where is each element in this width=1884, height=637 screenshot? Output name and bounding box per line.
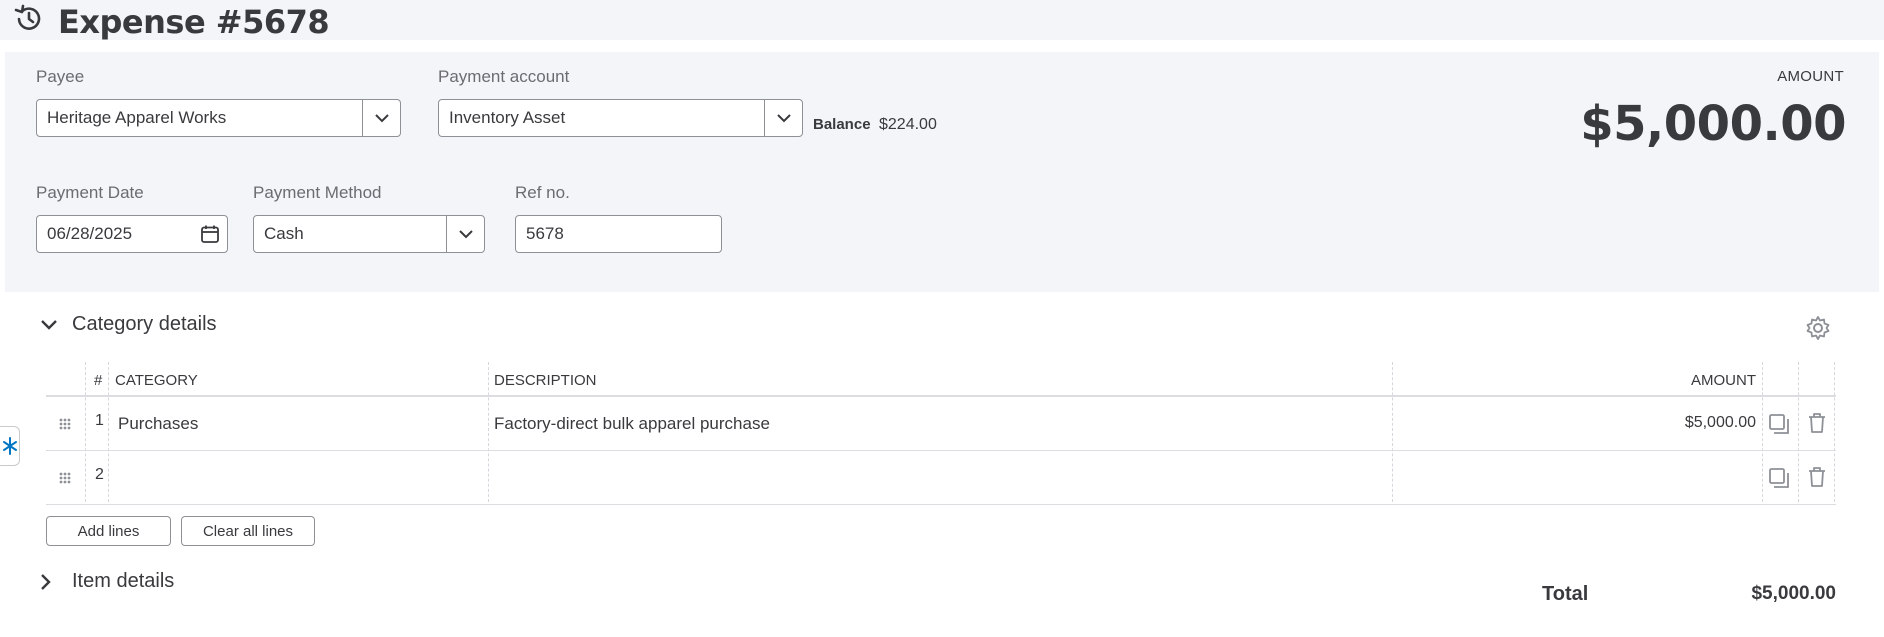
gear-icon[interactable] [1804,314,1832,342]
item-details-toggle[interactable]: Item details [40,570,174,593]
clear-all-lines-button[interactable]: Clear all lines [181,516,315,546]
total-label: Total [1542,583,1589,605]
item-details-title: Item details [72,570,175,592]
category-details-title: Category details [72,313,217,335]
trash-icon[interactable] [1805,465,1829,489]
ref-no-value: 5678 [526,224,564,243]
payee-select[interactable]: Heritage Apparel Works [36,99,401,137]
payment-date-field[interactable]: 06/28/2025 [36,215,228,253]
payee-label: Payee [36,67,85,86]
duplicate-icon[interactable] [1768,412,1792,436]
history-icon[interactable] [12,4,46,34]
column-header-amount: AMOUNT [1691,372,1756,389]
total-value: $5,000.00 [1751,583,1836,604]
row-number: 2 [95,466,104,483]
table-row[interactable]: 2 [46,451,1836,505]
payment-account-select[interactable]: Inventory Asset [438,99,803,137]
expense-form-panel [5,52,1879,292]
column-header-num: # [94,372,103,389]
ref-no-input[interactable]: 5678 [515,215,722,253]
payment-account-value: Inventory Asset [449,108,566,127]
chevron-down-icon[interactable] [764,100,802,136]
row-amount[interactable]: $5,000.00 [1685,414,1756,432]
payment-method-label: Payment Method [253,183,382,202]
payee-value: Heritage Apparel Works [47,108,227,127]
row-number: 1 [95,412,104,429]
table-header: # CATEGORY DESCRIPTION AMOUNT [46,362,1836,397]
balance-label: Balance [813,116,871,133]
drag-handle-icon[interactable] [58,417,72,431]
balance-value: $224.00 [879,116,937,133]
page-header: Expense #5678 [0,0,1884,41]
chevron-down-icon[interactable] [446,216,484,252]
payment-method-select[interactable]: Cash [253,215,485,253]
trash-icon[interactable] [1805,411,1829,435]
side-panel-toggle[interactable] [0,426,20,466]
category-table: # CATEGORY DESCRIPTION AMOUNT 1 Purchase… [46,362,1836,505]
ref-no-label: Ref no. [515,183,570,202]
amount-label: AMOUNT [1777,68,1844,85]
calendar-icon[interactable] [193,216,227,252]
chevron-down-icon[interactable] [362,100,400,136]
duplicate-icon[interactable] [1768,466,1792,490]
category-details-toggle[interactable]: Category details [40,313,217,336]
chevron-down-icon [41,319,57,330]
payment-date-value: 06/28/2025 [47,224,133,243]
chevron-right-icon [41,573,51,590]
table-row[interactable]: 1 Purchases Factory-direct bulk apparel … [46,397,1836,451]
sparkle-icon [2,437,17,455]
column-header-description: DESCRIPTION [494,372,597,389]
amount-total: $5,000.00 [1580,96,1846,152]
payment-account-label: Payment account [438,67,570,86]
row-category[interactable]: Purchases [118,414,198,434]
add-lines-button[interactable]: Add lines [46,516,171,546]
column-header-category: CATEGORY [115,372,198,389]
drag-handle-icon[interactable] [58,471,72,485]
row-description[interactable]: Factory-direct bulk apparel purchase [494,414,770,434]
payment-date-label: Payment Date [36,183,144,202]
balance-display: Balance $224.00 [813,116,937,134]
payment-method-value: Cash [264,224,304,243]
page-title: Expense #5678 [58,3,330,41]
